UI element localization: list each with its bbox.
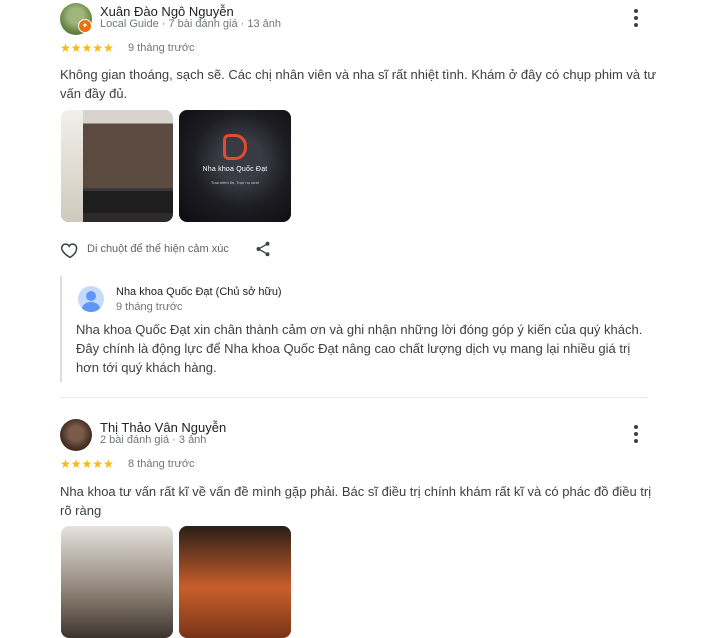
star-rating: ★★★★★ bbox=[60, 41, 114, 55]
review-photo[interactable] bbox=[61, 110, 173, 222]
reviewer-name[interactable]: Thị Thảo Vân Nguyễn bbox=[100, 420, 226, 435]
photo-sign-subtext: Trao niềm tin, Trọn nụ cười bbox=[210, 180, 260, 185]
heart-outline-icon[interactable] bbox=[60, 240, 80, 265]
reviewer-meta[interactable]: Local Guide · 7 bài đánh giá · 13 ảnh bbox=[100, 18, 281, 30]
review-time: 9 tháng trước bbox=[128, 42, 195, 54]
more-options-button[interactable] bbox=[626, 6, 646, 30]
owner-reply: Nha khoa Quốc Đạt (Chủ sở hữu) 9 tháng t… bbox=[60, 276, 662, 382]
owner-reply-text: Nha khoa Quốc Đạt xin chân thành cảm ơn … bbox=[76, 322, 643, 375]
owner-avatar bbox=[78, 286, 104, 312]
review-text: Nha khoa tư vấn rất kĩ về vấn đề mình gặ… bbox=[60, 484, 652, 518]
clinic-logo-icon bbox=[223, 134, 247, 160]
owner-name: Nha khoa Quốc Đạt (Chủ sở hữu) bbox=[116, 286, 282, 298]
more-options-button[interactable] bbox=[626, 422, 646, 446]
review-text: Không gian thoáng, sạch sẽ. Các chị nhân… bbox=[60, 67, 657, 101]
reviewer-name[interactable]: Xuân Đào Ngô Nguyễn bbox=[100, 4, 234, 19]
reaction-hint: Di chuột để thể hiện cảm xúc bbox=[87, 243, 229, 255]
review-photo[interactable] bbox=[179, 526, 291, 638]
review-photo[interactable] bbox=[61, 526, 173, 638]
star-rating: ★★★★★ bbox=[60, 457, 114, 471]
owner-reply-time: 9 tháng trước bbox=[116, 301, 183, 313]
review-divider bbox=[60, 397, 647, 398]
review-photo[interactable]: Nha khoa Quốc Đạt Trao niềm tin, Trọn nụ… bbox=[179, 110, 291, 222]
local-guide-badge-icon: ✦ bbox=[78, 19, 92, 33]
reviewer-meta[interactable]: 2 bài đánh giá · 3 ảnh bbox=[100, 434, 206, 446]
review-time: 8 tháng trước bbox=[128, 458, 195, 470]
share-icon[interactable] bbox=[254, 240, 272, 263]
photo-sign-text: Nha khoa Quốc Đạt bbox=[202, 166, 268, 173]
reviewer-avatar[interactable] bbox=[60, 419, 92, 451]
